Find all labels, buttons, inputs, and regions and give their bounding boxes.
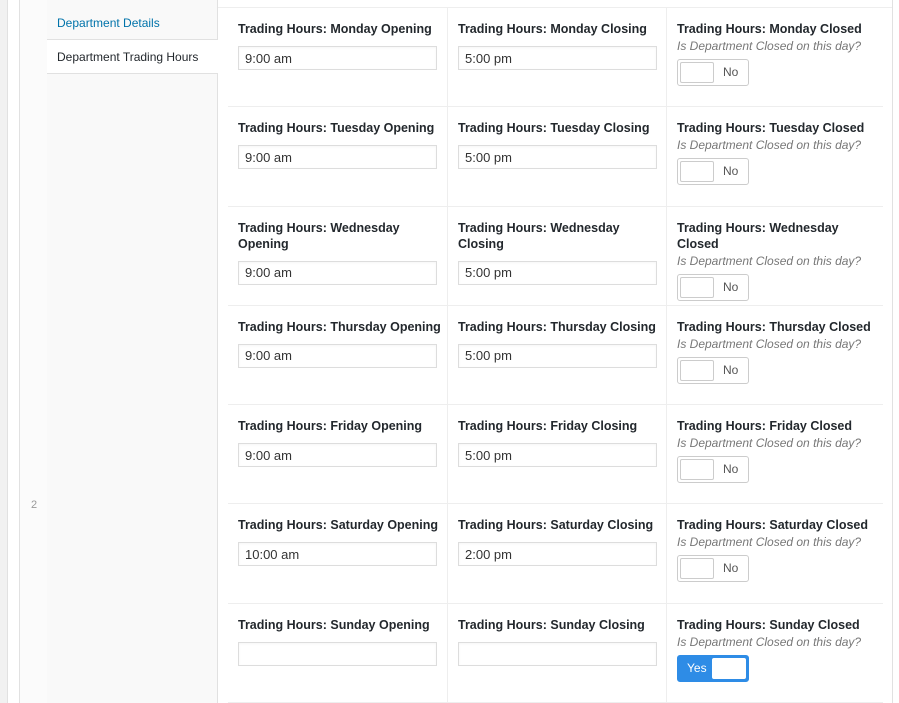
tab-department-details[interactable]: Department Details (47, 0, 217, 40)
day-row-tuesday: Trading Hours: Tuesday Opening Trading H… (228, 107, 883, 207)
thursday-closed-toggle[interactable]: No (677, 356, 749, 384)
field-label: Trading Hours: Monday Opening (238, 22, 432, 36)
field-hint: Is Department Closed on this day? (677, 634, 862, 649)
toggle-knob (680, 62, 714, 83)
field-label: Trading Hours: Tuesday Closing (458, 121, 650, 136)
field-label: Trading Hours: Friday Closing (458, 419, 638, 434)
wednesday-opening-field: Trading Hours: Wednesday Opening (228, 206, 448, 305)
thursday-closing-input[interactable] (458, 343, 657, 368)
sunday-opening-input[interactable] (238, 641, 437, 666)
toggle-knob (712, 657, 746, 679)
toggle-state-label: Yes (687, 660, 707, 675)
day-row-monday: Trading Hours: Monday Opening Trading Ho… (228, 8, 883, 108)
toggle-state-label: No (723, 279, 739, 294)
saturday-opening-input[interactable] (238, 542, 437, 567)
field-hint: Is Department Closed on this day? (677, 138, 862, 153)
sunday-closing-input[interactable] (458, 641, 657, 666)
row-number: 2 (30, 499, 38, 511)
toggle-state-label: No (723, 561, 739, 576)
tuesday-closing-input[interactable] (458, 145, 657, 170)
monday-opening-input[interactable] (238, 46, 437, 70)
field-label: Trading Hours: Saturday Opening (238, 518, 439, 533)
field-label: Trading Hours: Wednesday Closed (677, 220, 839, 251)
thursday-opening-field: Trading Hours: Thursday Opening (228, 305, 448, 405)
tuesday-opening-field: Trading Hours: Tuesday Opening (228, 107, 448, 206)
monday-closing-field: Trading Hours: Monday Closing (448, 8, 667, 107)
field-hint: Is Department Closed on this day? (677, 535, 862, 550)
friday-opening-field: Trading Hours: Friday Opening (228, 405, 448, 504)
friday-closing-input[interactable] (458, 443, 657, 468)
field-hint: Is Department Closed on this day? (677, 436, 862, 451)
saturday-closing-field: Trading Hours: Saturday Closing (448, 504, 667, 603)
row-handle[interactable]: 2 (19, 0, 49, 703)
field-label: Trading Hours: Tuesday Closed (677, 121, 865, 136)
tuesday-closed-toggle[interactable]: No (677, 158, 749, 186)
tab-department-trading-hours[interactable]: Department Trading Hours (47, 40, 218, 74)
wednesday-closed-field: Trading Hours: Wednesday Closed Is Depar… (667, 207, 883, 305)
trading-hours-fields: Trading Hours: Monday Opening Trading Ho… (218, 7, 893, 703)
day-row-saturday: Trading Hours: Saturday Opening Trading … (228, 504, 883, 604)
field-hint: Is Department Closed on this day? (677, 39, 862, 53)
day-row-friday: Trading Hours: Friday Opening Trading Ho… (228, 405, 883, 505)
toggle-knob (680, 161, 714, 183)
tuesday-closed-field: Trading Hours: Tuesday Closed Is Departm… (667, 107, 883, 205)
friday-closed-field: Trading Hours: Friday Closed Is Departme… (667, 405, 883, 503)
field-label: Trading Hours: Wednesday Opening (238, 220, 400, 251)
field-label: Trading Hours: Saturday Closed (677, 518, 869, 533)
field-label: Trading Hours: Thursday Opening (238, 319, 441, 334)
monday-closed-field: Trading Hours: Monday Closed Is Departme… (667, 8, 883, 106)
toggle-knob (680, 459, 714, 481)
toggle-state-label: No (723, 164, 739, 179)
toggle-knob (680, 558, 714, 580)
day-row-wednesday: Trading Hours: Wednesday Opening Trading… (228, 206, 883, 306)
toggle-state-label: No (723, 462, 739, 477)
field-label: Trading Hours: Monday Closing (458, 22, 647, 36)
thursday-closed-field: Trading Hours: Thursday Closed Is Depart… (667, 306, 883, 404)
sunday-closed-field: Trading Hours: Sunday Closed Is Departme… (667, 604, 883, 702)
field-label: Trading Hours: Saturday Closing (458, 518, 654, 533)
saturday-closed-field: Trading Hours: Saturday Closed Is Depart… (667, 504, 883, 602)
field-label: Trading Hours: Sunday Closed (677, 617, 860, 632)
wednesday-closing-input[interactable] (458, 260, 657, 285)
sunday-opening-field: Trading Hours: Sunday Opening (228, 603, 448, 703)
field-label: Trading Hours: Thursday Closed (677, 319, 871, 334)
wednesday-opening-input[interactable] (238, 260, 437, 285)
wednesday-closed-toggle[interactable]: No (677, 273, 749, 301)
saturday-closed-toggle[interactable]: No (677, 555, 749, 583)
field-label: Trading Hours: Tuesday Opening (238, 121, 435, 136)
left-rail (0, 0, 8, 703)
friday-closing-field: Trading Hours: Friday Closing (448, 405, 667, 504)
wednesday-closing-field: Trading Hours: Wednesday Closing (448, 206, 667, 305)
right-border (892, 0, 893, 703)
monday-closing-input[interactable] (458, 46, 657, 70)
toggle-state-label: No (723, 362, 739, 377)
tuesday-closing-field: Trading Hours: Tuesday Closing (448, 107, 667, 206)
toggle-knob (680, 276, 714, 298)
tuesday-opening-input[interactable] (238, 145, 437, 170)
day-row-thursday: Trading Hours: Thursday Opening Trading … (228, 305, 883, 406)
thursday-opening-input[interactable] (238, 343, 437, 368)
field-label: Trading Hours: Wednesday Closing (458, 220, 620, 251)
field-label: Trading Hours: Thursday Closing (458, 319, 656, 334)
field-label: Trading Hours: Friday Opening (238, 419, 423, 434)
field-label: Trading Hours: Friday Closed (677, 419, 853, 434)
field-label: Trading Hours: Sunday Closing (458, 617, 645, 632)
sunday-closed-toggle[interactable]: Yes (677, 654, 749, 682)
tab-list: Department Details Department Trading Ho… (47, 0, 218, 703)
friday-opening-input[interactable] (238, 443, 437, 468)
field-label: Trading Hours: Monday Closed (677, 22, 862, 36)
thursday-closing-field: Trading Hours: Thursday Closing (448, 305, 667, 405)
day-row-sunday: Trading Hours: Sunday Opening Trading Ho… (228, 603, 883, 703)
monday-opening-field: Trading Hours: Monday Opening (228, 8, 448, 107)
field-label: Trading Hours: Sunday Opening (238, 617, 430, 632)
field-hint: Is Department Closed on this day? (677, 336, 862, 351)
sunday-closing-field: Trading Hours: Sunday Closing (448, 603, 667, 703)
field-hint: Is Department Closed on this day? (677, 253, 862, 268)
saturday-closing-input[interactable] (458, 542, 657, 567)
monday-closed-toggle[interactable]: No (677, 59, 749, 86)
toggle-state-label: No (723, 65, 739, 79)
friday-closed-toggle[interactable]: No (677, 456, 749, 484)
saturday-opening-field: Trading Hours: Saturday Opening (228, 504, 448, 603)
toggle-knob (680, 359, 714, 381)
